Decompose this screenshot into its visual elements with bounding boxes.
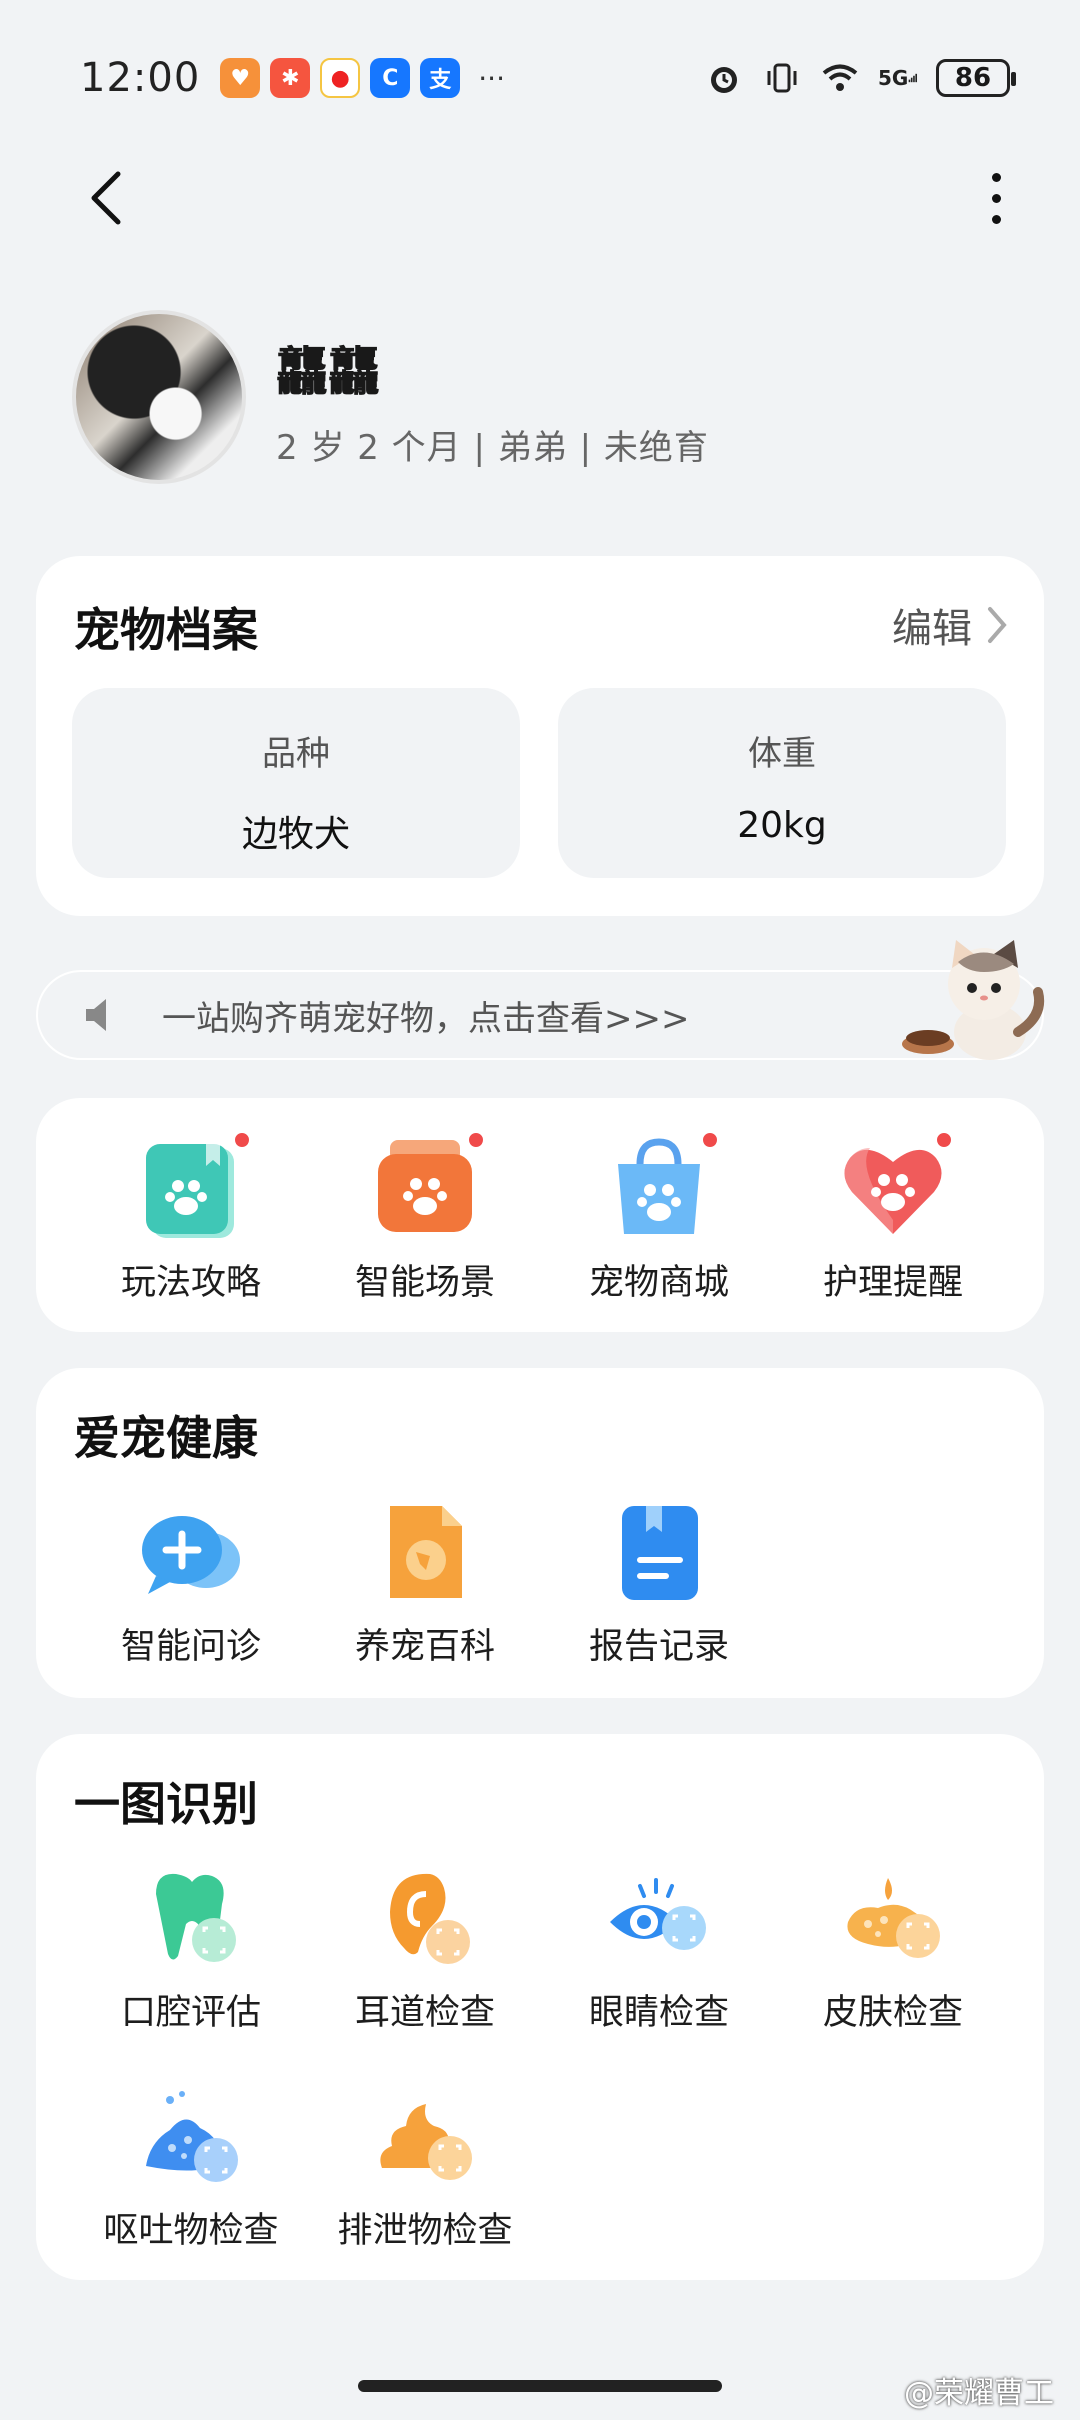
ear-icon: [370, 1864, 480, 1974]
health-icon: ♥: [220, 58, 261, 98]
back-button[interactable]: [76, 158, 136, 238]
notification-overflow: ···: [478, 61, 505, 95]
status-time: 12:00: [80, 55, 201, 101]
health-label: 智能问诊: [120, 1627, 261, 1667]
health-item-report[interactable]: 报告记录: [544, 1498, 774, 1669]
encyclopedia-icon: [370, 1498, 480, 1608]
recog-item-feces[interactable]: 排泄物检查: [310, 2082, 540, 2253]
skin-icon: [838, 1864, 948, 1974]
vibrate-icon: [762, 58, 802, 98]
signal-icon: 5G: [878, 58, 918, 98]
battery-icon: 86: [936, 59, 1016, 97]
eye-icon: [604, 1864, 714, 1974]
alarm-icon: [704, 58, 744, 98]
shortcuts-card: 玩法攻略 智能场景 宠物商城 护理提醒: [36, 1098, 1044, 1332]
health-item-consult[interactable]: 智能问诊: [76, 1498, 306, 1669]
weight-box: 体重 20kg: [558, 688, 1006, 878]
consult-icon: [136, 1498, 246, 1608]
recog-label: 口腔评估: [120, 1993, 261, 2033]
app-icon: ✱: [270, 58, 311, 98]
scene-icon: [370, 1130, 486, 1244]
status-bar: 12:00 ♥ ✱ ● C 支 ··· 5G 86: [80, 48, 1016, 108]
recog-label: 呕吐物检查: [103, 2211, 279, 2251]
new-badge: [934, 1130, 954, 1150]
recognition-card: 一图识别 口腔评估 耳道检查 眼睛检查 皮肤检查 呕吐物检查 排泄物检查: [36, 1734, 1044, 2280]
recog-item-skin[interactable]: 皮肤检查: [778, 1864, 1008, 2035]
more-dot: [991, 172, 1001, 182]
shortcut-shop[interactable]: 宠物商城: [544, 1130, 774, 1305]
pet-archive-card: 宠物档案 编辑 品种 边牧犬 体重 20kg: [36, 556, 1044, 916]
more-dot: [991, 214, 1001, 224]
battery-level: 86: [954, 63, 992, 93]
more-menu-button[interactable]: [966, 158, 1026, 238]
weight-value: 20kg: [737, 805, 827, 846]
recog-item-ear[interactable]: 耳道检查: [310, 1864, 540, 2035]
alipay-icon: 支: [420, 58, 461, 98]
new-badge: [700, 1130, 720, 1150]
chat-icon: C: [370, 58, 411, 98]
tooth-icon: [136, 1864, 246, 1974]
shortcut-label: 智能场景: [354, 1263, 495, 1303]
shop-banner[interactable]: 一站购齐萌宠好物，点击查看>>>: [36, 940, 1044, 1060]
care-icon: [838, 1130, 954, 1244]
health-item-encyclopedia[interactable]: 养宠百科: [310, 1498, 540, 1669]
breed-label: 品种: [262, 734, 330, 774]
notification-icons: ♥ ✱ ● C 支 ···: [220, 58, 505, 98]
health-label: 养宠百科: [354, 1627, 495, 1667]
breed-value: 边牧犬: [241, 814, 350, 855]
recog-label: 排泄物检查: [337, 2211, 513, 2251]
home-indicator[interactable]: [358, 2380, 722, 2392]
pet-name: 龘龘: [276, 343, 381, 403]
recog-label: 耳道检查: [354, 1993, 495, 2033]
health-card: 爱宠健康 智能问诊 养宠百科 报告记录: [36, 1368, 1044, 1698]
health-title: 爱宠健康: [74, 1411, 258, 1465]
weight-label: 体重: [748, 734, 816, 774]
speaker-icon: [86, 999, 106, 1031]
pet-meta: 2 岁 2 个月 | 弟弟 | 未绝育: [276, 428, 709, 468]
recog-item-mouth[interactable]: 口腔评估: [76, 1864, 306, 2035]
shortcut-care[interactable]: 护理提醒: [778, 1130, 1008, 1305]
weibo-icon: ●: [320, 58, 361, 98]
shortcut-label: 护理提醒: [822, 1263, 963, 1303]
recog-item-vomit[interactable]: 呕吐物检查: [76, 2082, 306, 2253]
shop-icon: [604, 1130, 720, 1244]
more-dot: [991, 193, 1001, 203]
new-badge: [232, 1130, 252, 1150]
watermark: @荣耀曹工: [904, 2376, 1054, 2411]
chevron-left-icon: [91, 171, 121, 225]
report-icon: [604, 1498, 714, 1608]
vomit-icon: [136, 2082, 246, 2192]
guide-icon: [136, 1130, 252, 1244]
archive-title: 宠物档案: [74, 603, 258, 657]
edit-label: 编辑: [892, 606, 972, 652]
shortcut-label: 玩法攻略: [120, 1263, 261, 1303]
health-label: 报告记录: [588, 1627, 729, 1667]
shortcut-scene[interactable]: 智能场景: [310, 1130, 540, 1305]
pet-avatar[interactable]: [72, 310, 246, 484]
wifi-icon: [820, 58, 860, 98]
recog-item-eye[interactable]: 眼睛检查: [544, 1864, 774, 2035]
recognition-title: 一图识别: [74, 1777, 258, 1831]
system-icons: 5G 86: [704, 58, 1016, 98]
network-type: 5G: [878, 66, 909, 90]
feces-icon: [370, 2082, 480, 2192]
chevron-right-icon: [988, 607, 1007, 643]
cat-illustration-icon: [902, 940, 1044, 1060]
edit-button[interactable]: 编辑: [892, 596, 1008, 654]
recog-label: 皮肤检查: [822, 1993, 963, 2033]
shortcut-guide[interactable]: 玩法攻略: [76, 1130, 306, 1305]
banner-text: 一站购齐萌宠好物，点击查看>>>: [162, 998, 690, 1039]
shortcut-label: 宠物商城: [588, 1263, 729, 1303]
new-badge: [466, 1130, 486, 1150]
recog-label: 眼睛检查: [588, 1993, 729, 2033]
breed-box: 品种 边牧犬: [72, 688, 520, 878]
